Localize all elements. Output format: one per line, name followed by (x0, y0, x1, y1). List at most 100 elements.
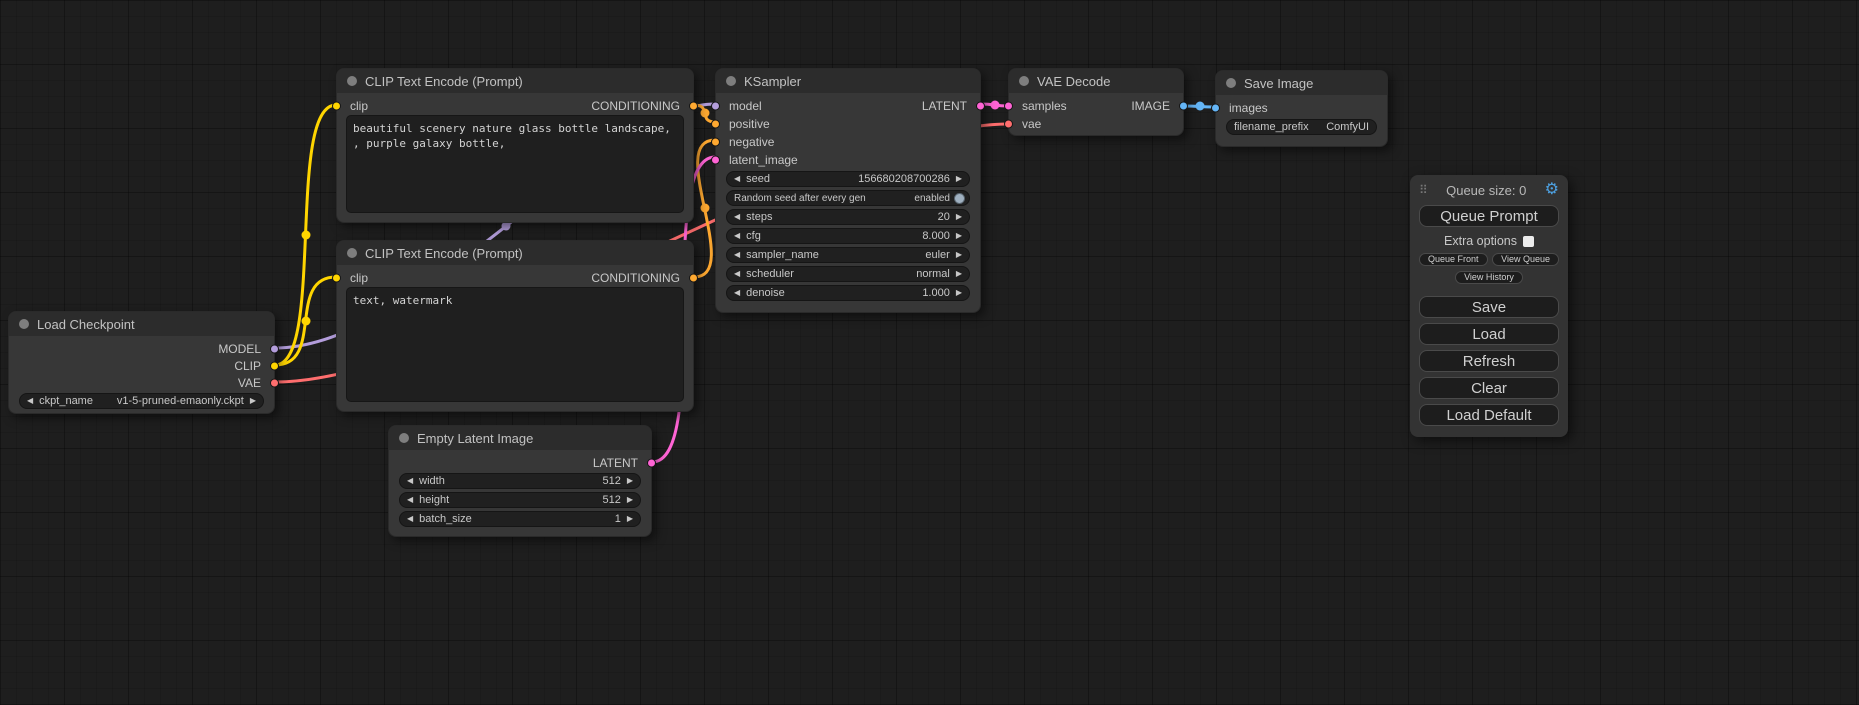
arrow-left-icon[interactable]: ◀ (734, 232, 740, 240)
batch-size-widget[interactable]: ◀ batch_size 1 ▶ (399, 511, 641, 527)
latent-output-dot[interactable] (976, 102, 985, 111)
extra-options-checkbox[interactable] (1523, 236, 1534, 247)
clip-output-dot[interactable] (270, 361, 279, 370)
node-title-bar[interactable]: VAE Decode (1009, 69, 1183, 93)
arrow-right-icon[interactable]: ▶ (956, 270, 962, 278)
arrow-left-icon[interactable]: ◀ (407, 496, 413, 504)
images-input-dot[interactable] (1211, 104, 1220, 113)
steps-widget[interactable]: ◀ steps 20 ▶ (726, 209, 970, 225)
link-midpoint-dot (701, 109, 710, 118)
arrow-right-icon[interactable]: ▶ (956, 289, 962, 297)
arrow-left-icon[interactable]: ◀ (734, 270, 740, 278)
arrow-right-icon[interactable]: ▶ (627, 496, 633, 504)
queue-buttons-row: Queue Front View Queue (1419, 253, 1559, 266)
view-history-button[interactable]: View History (1455, 271, 1523, 284)
vae-output-dot[interactable] (270, 378, 279, 387)
queue-prompt-button[interactable]: Queue Prompt (1419, 205, 1559, 227)
queue-menu-panel[interactable]: ⠿ Queue size: 0 ⚙ Queue Prompt Extra opt… (1410, 175, 1568, 437)
collapse-dot-icon[interactable] (726, 76, 736, 86)
filename-prefix-widget[interactable]: filename_prefix ComfyUI (1226, 119, 1377, 135)
extra-options-label: Extra options (1444, 234, 1517, 248)
samples-input-dot[interactable] (1004, 102, 1013, 111)
output-label: LATENT (922, 99, 967, 113)
collapse-dot-icon[interactable] (347, 76, 357, 86)
arrow-right-icon[interactable]: ▶ (956, 175, 962, 183)
settings-gear-icon[interactable]: ⚙ (1545, 182, 1559, 198)
model-input-dot[interactable] (711, 102, 720, 111)
node-title-bar[interactable]: KSampler (716, 69, 980, 93)
save-button[interactable]: Save (1419, 296, 1559, 318)
random-seed-toggle[interactable] (954, 193, 965, 204)
sampler-name-widget[interactable]: ◀ sampler_name euler ▶ (726, 247, 970, 263)
latent-image-input-dot[interactable] (711, 156, 720, 165)
conditioning-output-dot[interactable] (689, 102, 698, 111)
clear-button[interactable]: Clear (1419, 377, 1559, 399)
node-ksampler[interactable]: KSampler model LATENT positive negative … (715, 68, 981, 313)
view-queue-button[interactable]: View Queue (1492, 253, 1559, 266)
seed-widget[interactable]: ◀ seed 156680208700286 ▶ (726, 171, 970, 187)
arrow-right-icon[interactable]: ▶ (956, 232, 962, 240)
load-button[interactable]: Load (1419, 323, 1559, 345)
denoise-widget[interactable]: ◀ denoise 1.000 ▶ (726, 285, 970, 301)
clip-input-dot[interactable] (332, 102, 341, 111)
node-empty-latent-image[interactable]: Empty Latent Image LATENT ◀ width 512 ▶ … (388, 425, 652, 537)
width-widget[interactable]: ◀ width 512 ▶ (399, 473, 641, 489)
arrow-right-icon[interactable]: ▶ (250, 397, 256, 405)
node-load-checkpoint[interactable]: Load Checkpoint MODEL CLIP VAE ◀ ckpt_na… (8, 311, 275, 414)
load-default-button[interactable]: Load Default (1419, 404, 1559, 426)
drag-handle-icon[interactable]: ⠿ (1419, 183, 1428, 197)
node-vae-decode[interactable]: VAE Decode samples IMAGE vae (1008, 68, 1184, 136)
cfg-widget[interactable]: ◀ cfg 8.000 ▶ (726, 228, 970, 244)
collapse-dot-icon[interactable] (1226, 78, 1236, 88)
clip-input-dot[interactable] (332, 274, 341, 283)
output-label: CONDITIONING (591, 99, 680, 113)
input-slot-latent-image: latent_image (716, 151, 980, 169)
widget-value: 8.000 (767, 230, 950, 242)
arrow-left-icon[interactable]: ◀ (734, 213, 740, 221)
arrow-left-icon[interactable]: ◀ (734, 289, 740, 297)
node-title-bar[interactable]: CLIP Text Encode (Prompt) (337, 69, 693, 93)
arrow-right-icon[interactable]: ▶ (956, 213, 962, 221)
slot-row-clip-conditioning: clip CONDITIONING (337, 97, 693, 115)
image-output-dot[interactable] (1179, 102, 1188, 111)
arrow-left-icon[interactable]: ◀ (734, 251, 740, 259)
prompt-textarea[interactable]: text, watermark (346, 287, 684, 402)
node-title-bar[interactable]: CLIP Text Encode (Prompt) (337, 241, 693, 265)
negative-input-dot[interactable] (711, 138, 720, 147)
collapse-dot-icon[interactable] (19, 319, 29, 329)
node-title-bar[interactable]: Load Checkpoint (9, 312, 274, 336)
node-title: CLIP Text Encode (Prompt) (365, 74, 523, 89)
arrow-left-icon[interactable]: ◀ (27, 397, 33, 405)
node-title: Save Image (1244, 76, 1313, 91)
arrow-left-icon[interactable]: ◀ (734, 175, 740, 183)
arrow-left-icon[interactable]: ◀ (407, 477, 413, 485)
node-clip-text-encode-negative[interactable]: CLIP Text Encode (Prompt) clip CONDITION… (336, 240, 694, 412)
widget-value: 512 (451, 475, 621, 487)
random-seed-widget[interactable]: Random seed after every gen enabled (726, 190, 970, 206)
refresh-button[interactable]: Refresh (1419, 350, 1559, 372)
prompt-textarea[interactable]: beautiful scenery nature glass bottle la… (346, 115, 684, 213)
node-clip-text-encode-positive[interactable]: CLIP Text Encode (Prompt) clip CONDITION… (336, 68, 694, 223)
link-midpoint-dot (302, 231, 311, 240)
widget-label: batch_size (419, 513, 472, 525)
arrow-left-icon[interactable]: ◀ (407, 515, 413, 523)
height-widget[interactable]: ◀ height 512 ▶ (399, 492, 641, 508)
model-output-dot[interactable] (270, 344, 279, 353)
node-title-bar[interactable]: Save Image (1216, 71, 1387, 95)
arrow-right-icon[interactable]: ▶ (627, 477, 633, 485)
arrow-right-icon[interactable]: ▶ (627, 515, 633, 523)
node-save-image[interactable]: Save Image images filename_prefix ComfyU… (1215, 70, 1388, 147)
collapse-dot-icon[interactable] (347, 248, 357, 258)
positive-input-dot[interactable] (711, 120, 720, 129)
latent-output-dot[interactable] (647, 458, 656, 467)
queue-front-button[interactable]: Queue Front (1419, 253, 1488, 266)
conditioning-output-dot[interactable] (689, 274, 698, 283)
scheduler-widget[interactable]: ◀ scheduler normal ▶ (726, 266, 970, 282)
collapse-dot-icon[interactable] (399, 433, 409, 443)
collapse-dot-icon[interactable] (1019, 76, 1029, 86)
output-label: IMAGE (1131, 99, 1170, 113)
arrow-right-icon[interactable]: ▶ (956, 251, 962, 259)
node-title-bar[interactable]: Empty Latent Image (389, 426, 651, 450)
ckpt-name-widget[interactable]: ◀ ckpt_name v1-5-pruned-emaonly.ckpt ▶ (19, 393, 264, 409)
vae-input-dot[interactable] (1004, 120, 1013, 129)
